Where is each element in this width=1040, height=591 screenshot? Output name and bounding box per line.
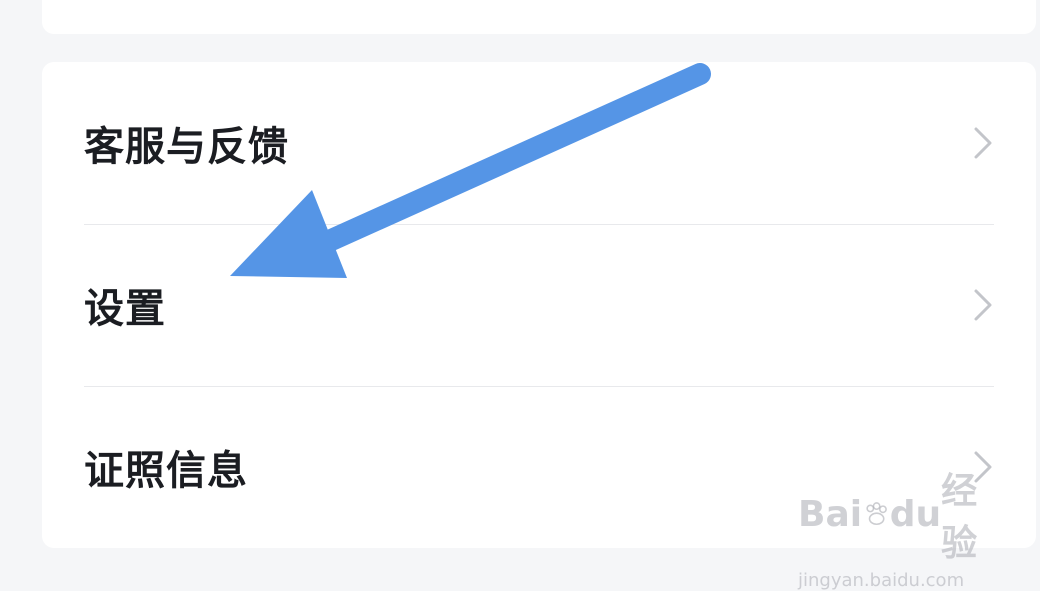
menu-item-label: 设置 (84, 286, 166, 332)
watermark-url: jingyan.baidu.com (798, 570, 965, 591)
menu-card: 客服与反馈 设置 证照信息 (42, 62, 1036, 548)
menu-item-settings[interactable]: 设置 (84, 224, 994, 386)
chevron-right-icon (974, 127, 992, 159)
chevron-right-icon (974, 451, 992, 483)
menu-item-label: 客服与反馈 (84, 124, 289, 170)
chevron-right-icon (974, 289, 992, 321)
previous-card (42, 0, 1036, 34)
menu-item-feedback[interactable]: 客服与反馈 (84, 62, 994, 224)
menu-item-license-info[interactable]: 证照信息 (84, 386, 994, 548)
menu-item-label: 证照信息 (84, 448, 248, 494)
